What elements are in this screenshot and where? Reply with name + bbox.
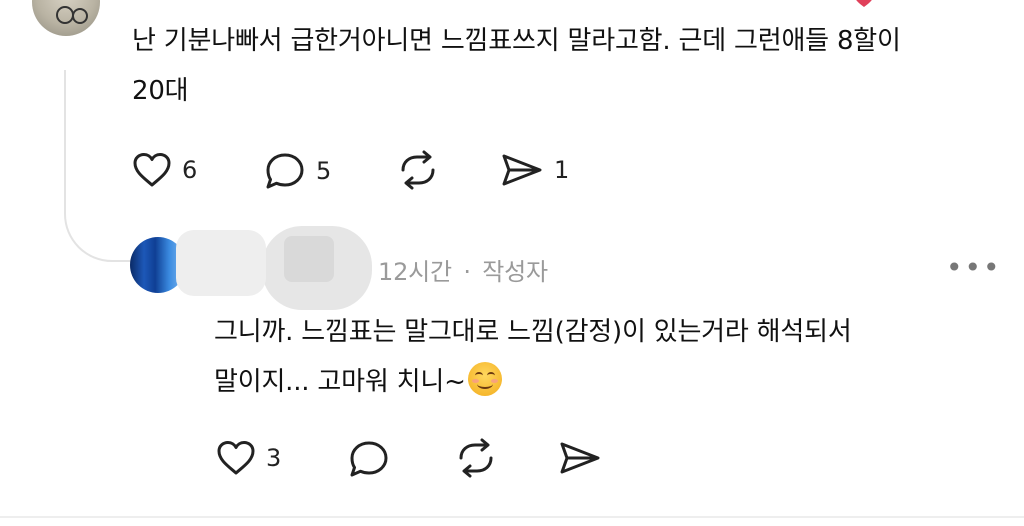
- like-button[interactable]: 6: [132, 152, 197, 188]
- send-icon: [560, 442, 600, 474]
- send-icon: [502, 154, 542, 186]
- repost-icon: [459, 438, 493, 478]
- reply-text-content: 말이지... 고마워 치니~: [214, 367, 466, 397]
- reply-like-button[interactable]: 3: [216, 440, 281, 476]
- comment-button[interactable]: 5: [264, 152, 331, 190]
- share-button[interactable]: 1: [500, 152, 569, 188]
- reply-text-line-2: 말이지... 고마워 치니~: [214, 357, 994, 407]
- author-badge: 작성자: [482, 258, 548, 286]
- comment-text-line: 20대: [132, 76, 189, 106]
- heart-icon: [133, 153, 171, 187]
- repost-button[interactable]: [396, 150, 440, 190]
- reply-meta: 12시간 · 작성자: [378, 252, 548, 287]
- reply-text: 그니까. 느낌표는 말그대로 느낌(감정)이 있는거라 해석되서 말이지... …: [214, 307, 994, 407]
- reply-comment-button[interactable]: [348, 440, 390, 478]
- timestamp: 12시간: [378, 258, 452, 286]
- meta-separator: ·: [463, 258, 471, 286]
- repost-icon: [401, 150, 435, 190]
- reply-like-count: 3: [266, 444, 282, 472]
- redacted-username: [176, 230, 266, 296]
- comment-bubble-icon: [350, 441, 388, 477]
- like-count: 6: [182, 156, 198, 184]
- reply-text-line: 그니까. 느낌표는 말그대로 느낌(감정)이 있는거라 해석되서: [214, 317, 852, 347]
- heart-badge-icon: [856, 0, 872, 7]
- more-options-button[interactable]: •••: [946, 254, 1002, 282]
- comment-bubble-icon: [266, 153, 304, 189]
- avatar-bicycle-detail: [72, 8, 88, 24]
- share-count: 1: [554, 156, 570, 184]
- comment-text-line: 난 기분나빠서 급한거아니면 느낌표쓰지 말라고함. 근데 그런애들 8할이: [132, 26, 901, 56]
- heart-icon: [217, 441, 255, 475]
- reply-share-button[interactable]: [558, 440, 602, 476]
- comment-text: 난 기분나빠서 급한거아니면 느낌표쓰지 말라고함. 근데 그런애들 8할이 2…: [132, 16, 1002, 116]
- redacted-username: [284, 236, 334, 282]
- avatar[interactable]: [32, 0, 100, 36]
- comment-count: 5: [316, 157, 332, 185]
- reply-repost-button[interactable]: [454, 438, 498, 478]
- smiling-face-emoji-icon: [467, 362, 502, 396]
- divider: [0, 516, 1024, 518]
